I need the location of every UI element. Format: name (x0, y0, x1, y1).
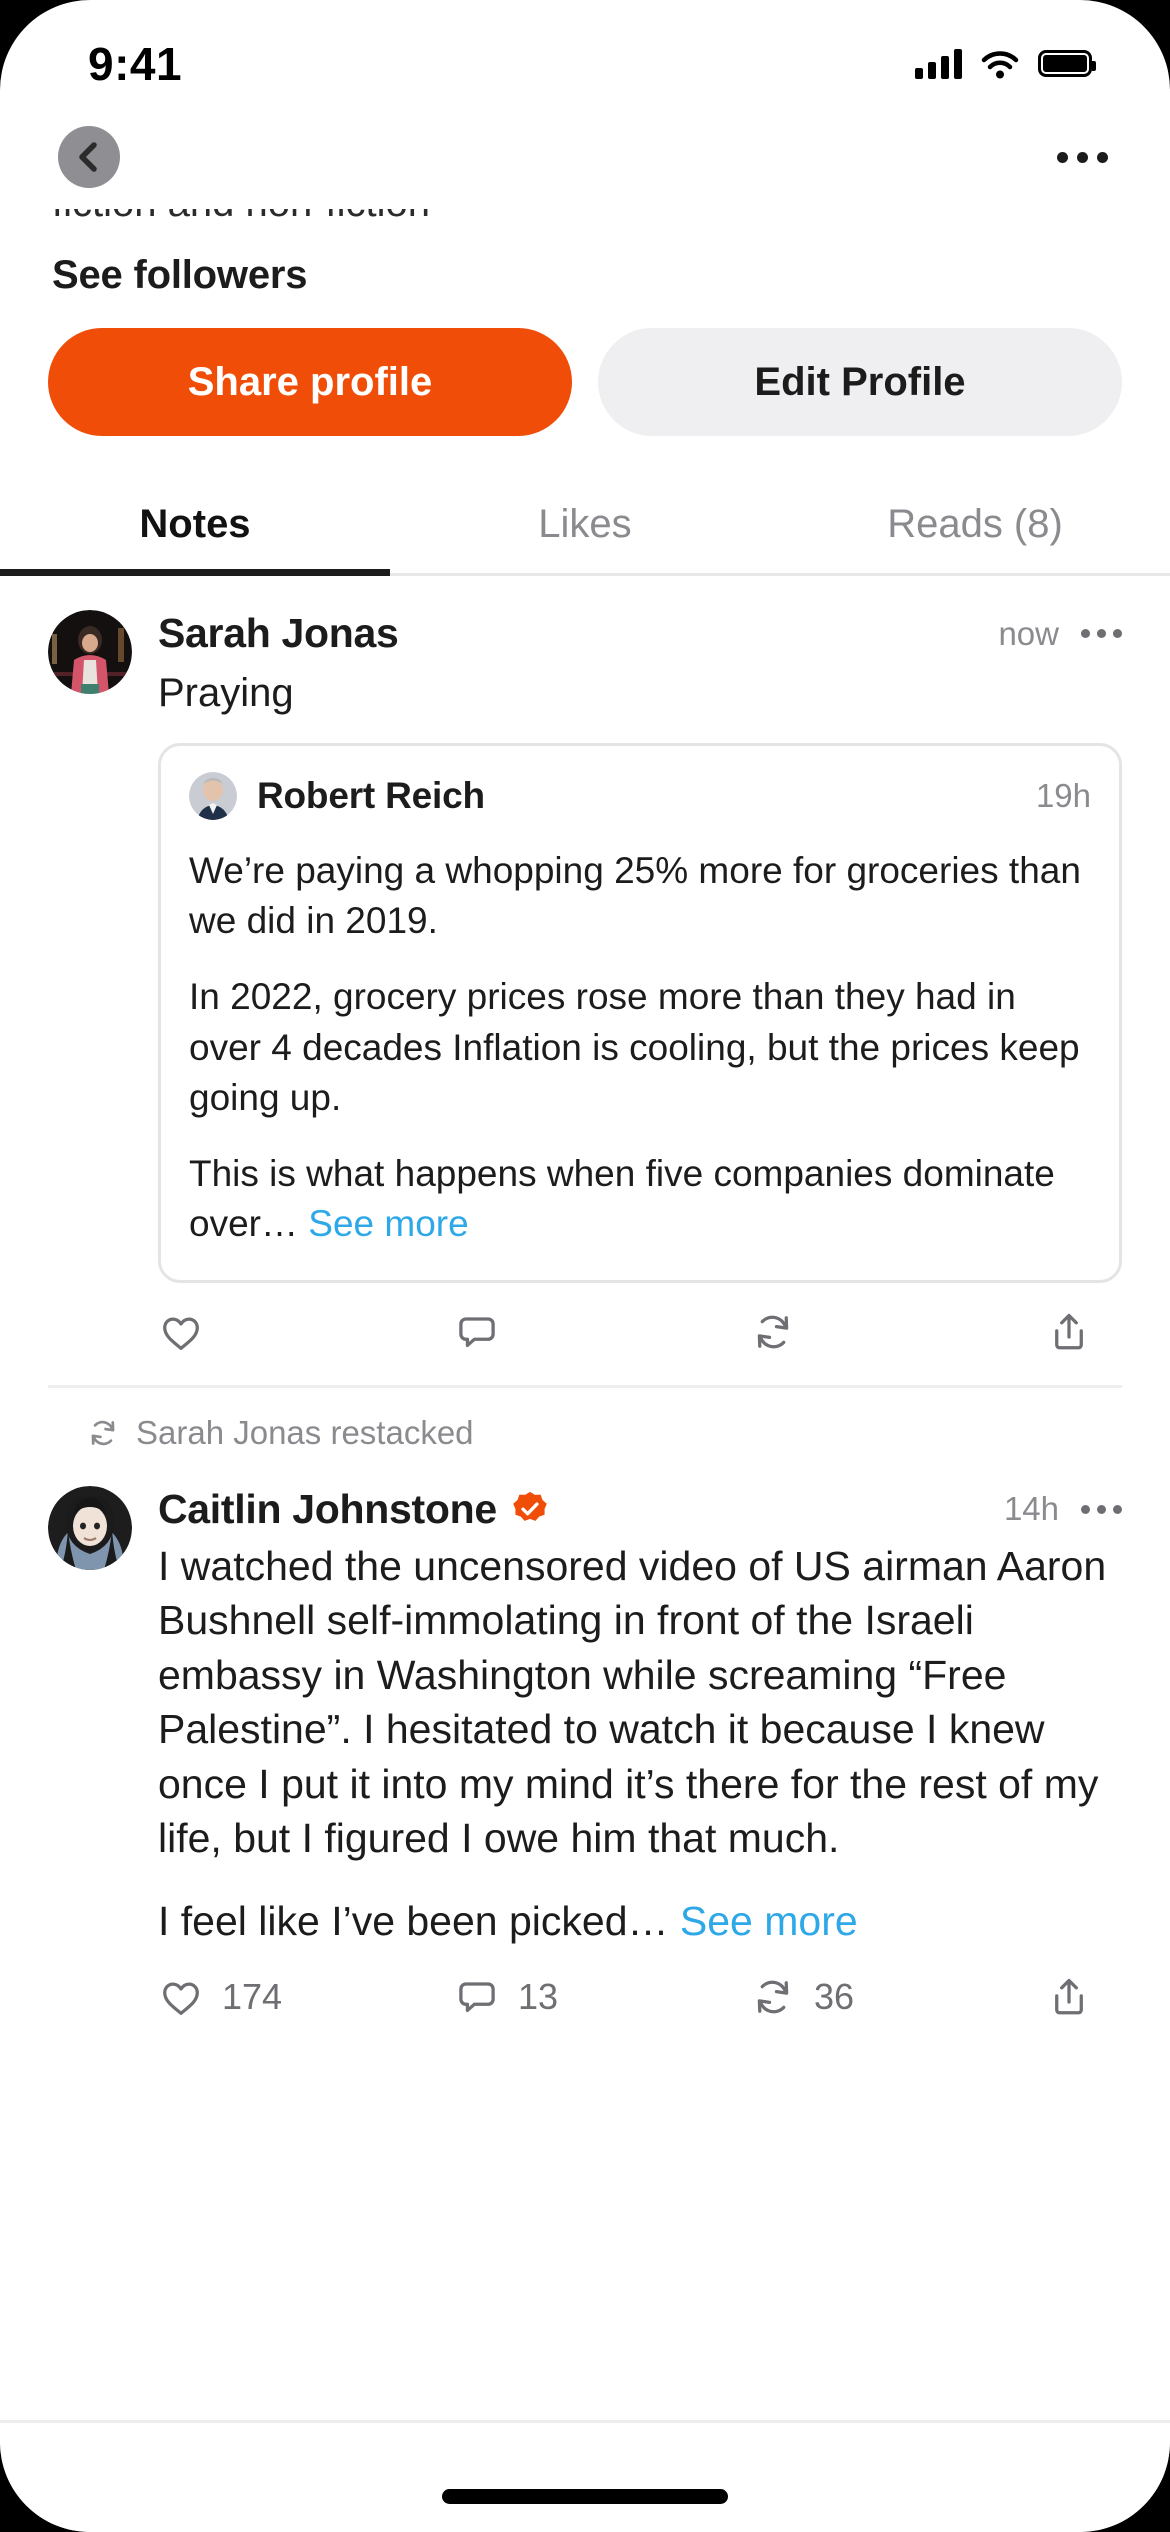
post-item[interactable]: Sarah Jonas restacked Caitlin Johnstone … (0, 1388, 1170, 2021)
share-button[interactable] (1046, 1309, 1092, 1355)
see-followers-link[interactable]: See followers (0, 235, 1170, 298)
quoted-author-name[interactable]: Robert Reich (257, 775, 485, 817)
post-text: Praying (158, 671, 294, 715)
comment-bubble-icon (459, 1317, 495, 1347)
post-content: Caitlin Johnstone 14h I watched the unce… (0, 1452, 1170, 2021)
post-meta: 14h (1004, 1490, 1122, 1528)
quoted-paragraph: This is what happens when five companies… (189, 1149, 1091, 1250)
phone-screen: 9:41 fiction and non-fiction See followe… (0, 0, 1170, 2532)
wifi-icon (981, 50, 1019, 78)
restack-attribution: Sarah Jonas restacked (0, 1388, 1170, 1452)
share-icon (1055, 1979, 1083, 2015)
status-bar: 9:41 (0, 0, 1170, 105)
like-button[interactable] (158, 1309, 454, 1355)
back-button[interactable] (58, 126, 120, 188)
comment-count: 13 (518, 1976, 559, 2018)
post-more-button[interactable] (1081, 629, 1122, 638)
post-body: Sarah Jonas now Praying Robert Reich 19h… (158, 610, 1122, 1355)
cellular-bars-icon (915, 48, 962, 79)
tab-reads[interactable]: Reads (8) (780, 480, 1170, 573)
post-header: Caitlin Johnstone 14h I watched the unce… (48, 1485, 1122, 2021)
like-count: 174 (222, 1976, 283, 2018)
heart-icon (163, 1982, 199, 2016)
tab-notes[interactable]: Notes (0, 480, 390, 576)
comment-bubble-icon (459, 1982, 495, 2013)
post-author-row: Sarah Jonas now (158, 610, 1122, 657)
quoted-timestamp: 19h (1035, 776, 1091, 814)
post-body: Caitlin Johnstone 14h I watched the unce… (158, 1486, 1122, 2021)
home-indicator-area (0, 2420, 1170, 2532)
profile-tabs: Notes Likes Reads (8) (0, 480, 1170, 576)
restack-icon (757, 1981, 789, 2014)
share-profile-button[interactable]: Share profile (48, 328, 572, 436)
post-item[interactable]: Sarah Jonas now Praying Robert Reich 19h… (0, 576, 1170, 1388)
post-action-bar (158, 1309, 1122, 1355)
post-timestamp: 14h (1003, 1490, 1059, 1528)
comment-button[interactable] (454, 1309, 750, 1355)
restack-button[interactable]: 36 (750, 1974, 1046, 2020)
tab-likes[interactable]: Likes (390, 480, 780, 573)
restack-icon (757, 1315, 789, 1349)
post-timestamp: now (998, 614, 1059, 652)
comment-button[interactable]: 13 (454, 1974, 750, 2020)
status-indicators (915, 48, 1096, 79)
avatar[interactable] (48, 1485, 132, 1570)
post-author-name[interactable]: Sarah Jonas (158, 610, 399, 657)
heart-icon (163, 1317, 199, 1350)
post-more-button[interactable] (1081, 1504, 1122, 1514)
post-author-name[interactable]: Caitlin Johnstone (158, 1486, 497, 1533)
share-icon (1055, 1313, 1083, 1350)
more-options-button[interactable] (1053, 138, 1112, 177)
restack-label: Sarah Jonas restacked (136, 1413, 474, 1451)
like-button[interactable]: 174 (158, 1974, 454, 2020)
home-indicator[interactable] (442, 2489, 728, 2504)
restack-count: 36 (814, 1976, 855, 2018)
more-horizontal-icon (1057, 151, 1068, 163)
edit-profile-button[interactable]: Edit Profile (598, 328, 1122, 436)
avatar-image (48, 1485, 132, 1570)
verified-badge-icon (513, 1492, 547, 1522)
post-paragraph: I watched the uncensored video of US air… (158, 1542, 1107, 1862)
profile-bio-text: fiction and non-fiction (52, 209, 1118, 226)
status-time: 9:41 (88, 37, 183, 90)
post-author-row: Caitlin Johnstone 14h (158, 1486, 1122, 1533)
quoted-avatar[interactable] (189, 771, 237, 820)
quoted-avatar-image (189, 771, 237, 820)
share-button[interactable] (1046, 1974, 1092, 2020)
post-action-bar: 174 13 36 (158, 1974, 1122, 2020)
feed-scroll-area[interactable]: Sarah Jonas now Praying Robert Reich 19h… (0, 576, 1170, 2366)
see-more-link[interactable]: See more (680, 1898, 858, 1944)
see-more-link[interactable]: See more (308, 1203, 468, 1244)
quoted-post-card[interactable]: Robert Reich 19h We’re paying a whopping… (158, 742, 1122, 1283)
battery-full-icon (1038, 50, 1096, 77)
chevron-left-icon (79, 142, 97, 172)
quoted-post-header: Robert Reich 19h (189, 771, 1091, 820)
profile-bio-clipped: fiction and non-fiction (0, 209, 1170, 235)
quoted-paragraph: In 2022, grocery prices rose more than t… (189, 976, 1080, 1118)
avatar-image (48, 610, 132, 694)
avatar[interactable] (48, 610, 132, 694)
profile-actions: Share profile Edit Profile (0, 298, 1170, 436)
post-meta: now (998, 615, 1122, 653)
restack-button[interactable] (750, 1309, 1046, 1355)
restack-icon (91, 1420, 115, 1445)
post-paragraph: I feel like I’ve been picked… See more (158, 1894, 1122, 1949)
post-paragraph-text: I feel like I’ve been picked… (158, 1897, 680, 1944)
navigation-bar (0, 105, 1170, 209)
quoted-paragraph: We’re paying a whopping 25% more for gro… (189, 849, 1081, 941)
post-header: Sarah Jonas now Praying Robert Reich 19h… (48, 610, 1122, 1355)
